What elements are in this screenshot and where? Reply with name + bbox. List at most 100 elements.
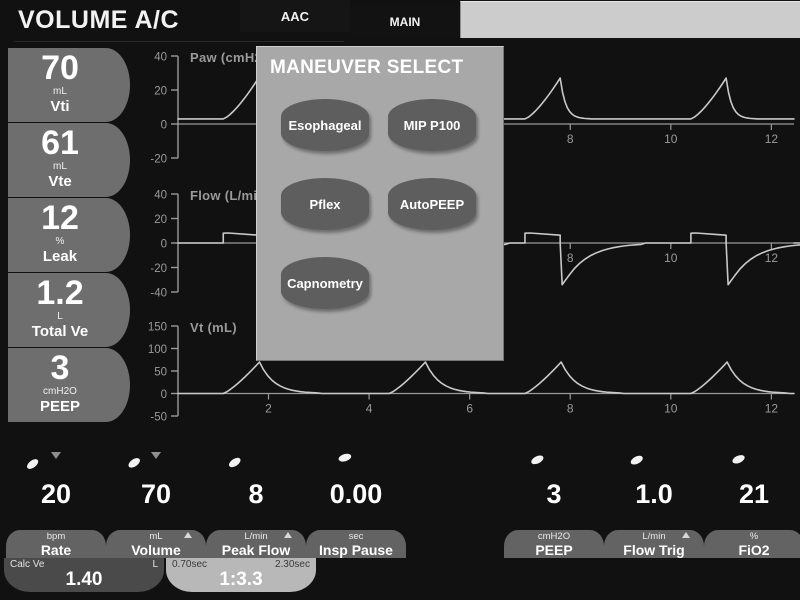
knob-name: Peak Flow xyxy=(221,542,291,558)
maneuver-button-label: MIP P100 xyxy=(403,117,461,133)
svg-text:20: 20 xyxy=(154,86,167,98)
maneuver-select-dialog[interactable]: MANEUVER SELECT Esophageal MIP P100 Pfle… xyxy=(256,46,504,361)
maneuver-button-pflex[interactable]: Pflex xyxy=(281,178,369,230)
svg-text:-50: -50 xyxy=(150,412,167,424)
svg-text:12: 12 xyxy=(765,132,779,146)
ventilator-screen: VOLUME A/C AAC MAIN 70 mL Vti 61 mL Vte … xyxy=(0,0,800,600)
svg-text:2: 2 xyxy=(265,402,272,416)
monitor-label: Vte xyxy=(48,173,72,190)
knob-name: Insp Pause xyxy=(319,542,393,558)
monitor-label: Vti xyxy=(50,98,70,115)
monitor-unit: mL xyxy=(53,86,67,97)
knob-increase-arrow-icon[interactable] xyxy=(284,532,292,538)
monitor-unit: % xyxy=(55,236,65,247)
knob-value: 3 xyxy=(546,479,562,509)
tab-main[interactable]: MAIN xyxy=(350,6,460,38)
knob-label-plate[interactable]: sec Insp Pause xyxy=(306,530,406,560)
svg-text:8: 8 xyxy=(567,132,574,146)
svg-text:12: 12 xyxy=(765,402,779,416)
svg-text:12: 12 xyxy=(765,251,779,265)
svg-text:10: 10 xyxy=(664,402,678,416)
monitor-box-peep[interactable]: 3 cmH2O PEEP xyxy=(8,348,130,422)
maneuver-button-label: Esophageal xyxy=(288,117,362,133)
knob-name: Volume xyxy=(131,542,181,558)
knob-pointer xyxy=(338,453,352,462)
svg-text:-40: -40 xyxy=(150,288,167,300)
knob-insp-pause[interactable]: 0.00 sec Insp Pause xyxy=(306,444,406,560)
knob-name: PEEP xyxy=(535,542,573,558)
settings-knob-row: 20 bpm Rate 70 mL Volume 8 L/min Peak Flow 0.00 se… xyxy=(0,444,800,560)
maneuver-button-mip-p100[interactable]: MIP P100 xyxy=(388,99,476,151)
monitored-values-sidebar: 70 mL Vti 61 mL Vte 12 % Leak 1.2 L Tota… xyxy=(8,48,130,438)
monitor-box-total-ve[interactable]: 1.2 L Total Ve xyxy=(8,273,130,347)
svg-text:40: 40 xyxy=(154,190,167,202)
knob-name: Flow Trig xyxy=(623,542,685,558)
knob-value: 8 xyxy=(248,479,264,509)
header-info-panel[interactable] xyxy=(460,1,800,38)
knob-pointer xyxy=(531,455,544,465)
knob-pointer xyxy=(128,458,140,468)
status-calc-ve[interactable]: Calc Ve L 1.40 xyxy=(4,558,164,592)
svg-text:100: 100 xyxy=(148,344,167,356)
svg-text:8: 8 xyxy=(567,402,574,416)
knob-flow-trig[interactable]: 1.0 L/min Flow Trig xyxy=(604,444,704,560)
knob-increase-arrow-icon[interactable] xyxy=(682,532,690,538)
monitor-unit: mL xyxy=(53,161,67,172)
monitor-unit: L xyxy=(57,311,63,322)
knob-label-plate[interactable]: L/min Flow Trig xyxy=(604,530,704,560)
monitor-box-leak[interactable]: 12 % Leak xyxy=(8,198,130,272)
knob-value: 70 xyxy=(140,479,172,509)
svg-text:0: 0 xyxy=(161,120,167,132)
svg-text:0: 0 xyxy=(161,239,167,251)
svg-text:50: 50 xyxy=(154,367,167,379)
svg-text:0: 0 xyxy=(161,389,167,401)
knob-label-plate[interactable]: mL Volume xyxy=(106,530,206,560)
svg-text:8: 8 xyxy=(567,251,574,265)
ie-ratio-value: 1:3.3 xyxy=(219,569,263,590)
ventilation-mode-title: VOLUME A/C xyxy=(18,6,180,34)
knob-label-plate[interactable]: bpm Rate xyxy=(6,530,106,560)
monitor-label: Leak xyxy=(42,248,78,265)
knob-value: 21 xyxy=(738,479,770,509)
knob-label-plate[interactable]: % FiO2 xyxy=(704,530,800,560)
svg-text:40: 40 xyxy=(154,52,167,64)
svg-text:150: 150 xyxy=(148,322,167,334)
knob-pointer xyxy=(732,455,745,464)
monitor-value: 1.2 xyxy=(36,274,84,312)
knob-peep[interactable]: 3 cmH2O PEEP xyxy=(504,444,604,560)
monitor-label: Total Ve xyxy=(31,323,89,340)
knob-label-plate[interactable]: L/min Peak Flow xyxy=(206,530,306,560)
monitor-value: 3 xyxy=(50,349,70,387)
monitor-value: 70 xyxy=(41,49,79,87)
maneuver-button-esophageal[interactable]: Esophageal xyxy=(281,99,369,151)
svg-text:10: 10 xyxy=(664,132,678,146)
knob-name: FiO2 xyxy=(738,542,770,558)
dialog-title: MANEUVER SELECT xyxy=(270,57,464,78)
knob-label-plate[interactable]: cmH2O PEEP xyxy=(504,530,604,560)
knob-peak-flow[interactable]: 8 L/min Peak Flow xyxy=(206,444,306,560)
knob-volume[interactable]: 70 mL Volume xyxy=(106,444,206,560)
status-ie-ratio[interactable]: 0.70sec 2.30sec 1:3.3 xyxy=(166,558,316,592)
knob-name: Rate xyxy=(40,542,72,558)
maneuver-button-label: AutoPEEP xyxy=(399,196,465,212)
svg-text:-20: -20 xyxy=(150,263,167,275)
monitor-value: 61 xyxy=(41,124,79,162)
knob-rate[interactable]: 20 bpm Rate xyxy=(6,444,106,560)
knob-value: 0.00 xyxy=(329,479,383,509)
knob-value: 1.0 xyxy=(635,479,673,509)
monitor-label: PEEP xyxy=(39,398,81,415)
maneuver-button-capnometry[interactable]: Capnometry xyxy=(281,257,369,309)
knob-fio2[interactable]: 21 % FiO2 xyxy=(704,444,800,560)
maneuver-button-autopeep[interactable]: AutoPEEP xyxy=(388,178,476,230)
bottom-status-bar: Calc Ve L 1.40 0.70sec 2.30sec 1:3.3 xyxy=(0,558,800,600)
knob-pointer xyxy=(630,455,643,465)
tab-aac[interactable]: AAC xyxy=(240,0,350,32)
knob-increase-arrow-icon[interactable] xyxy=(184,532,192,538)
maneuver-button-label: Capnometry xyxy=(287,275,363,291)
knob-pointer xyxy=(27,459,39,469)
monitor-unit: cmH2O xyxy=(43,386,77,397)
calc-ve-value: 1.40 xyxy=(65,569,103,590)
maneuver-button-label: Pflex xyxy=(309,196,341,212)
monitor-box-vte[interactable]: 61 mL Vte xyxy=(8,123,130,197)
monitor-box-vti[interactable]: 70 mL Vti xyxy=(8,48,130,122)
